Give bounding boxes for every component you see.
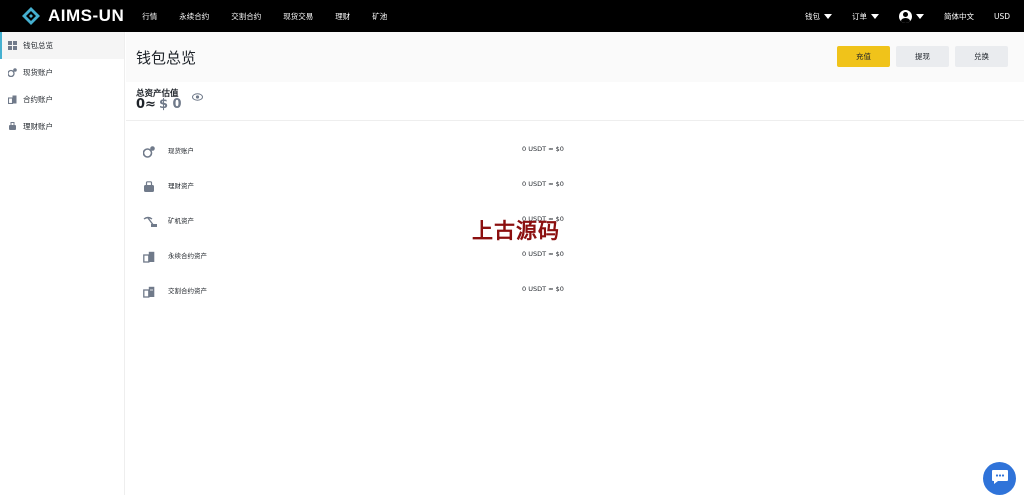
account-value: 0 USDT ≈ $0	[522, 285, 564, 293]
caret-down-icon	[823, 13, 832, 19]
finance-icon	[143, 178, 155, 192]
sidebar: 钱包总览 现货账户 合约账户 理财账户	[0, 32, 125, 495]
main-nav: 行情 永续合约 交割合约 现货交易 理财 矿池	[142, 11, 409, 22]
account-value: 0 USDT ≈ $0	[522, 250, 564, 258]
deposit-button[interactable]: 充值	[837, 46, 890, 67]
sidebar-item-spot-account[interactable]: 现货账户	[0, 59, 124, 86]
grid-icon	[8, 41, 17, 50]
orders-menu[interactable]: 订单	[852, 11, 879, 22]
perpetual-icon	[143, 248, 155, 263]
language-selector[interactable]: 简体中文	[944, 11, 974, 22]
account-name: 交割合约资产	[168, 287, 207, 295]
total-assets-usd: $ 0	[158, 97, 182, 112]
orders-menu-label: 订单	[851, 11, 867, 21]
list-item[interactable]: 现货账户 0 USDT ≈ $0	[126, 131, 1024, 166]
logo-mark-icon	[22, 7, 40, 25]
sidebar-item-label: 合约账户	[23, 95, 53, 104]
spot-icon	[142, 143, 155, 158]
page-title: 钱包总览	[136, 48, 197, 67]
user-menu[interactable]	[898, 9, 924, 23]
exchange-button[interactable]: 兑换	[955, 46, 1008, 67]
account-name: 矿机资产	[168, 217, 194, 225]
chat-bubble-icon	[991, 469, 1009, 489]
caret-down-icon	[870, 13, 879, 19]
main-content: 钱包总览 充值 提现 兑换 总资产估值 0≈ $ 0 现货账户 0 USDT ≈ …	[126, 32, 1024, 495]
spot-icon	[8, 68, 17, 77]
caret-down-icon	[915, 13, 924, 19]
nav-pool[interactable]: 矿池	[372, 11, 387, 22]
wallet-menu-label: 钱包	[804, 11, 820, 21]
sidebar-item-label: 钱包总览	[23, 41, 53, 50]
withdraw-button[interactable]: 提现	[896, 46, 949, 67]
currency-selector[interactable]: USD	[994, 12, 1010, 21]
logo-text: AIMS-UN	[48, 6, 125, 25]
top-navbar: AIMS-UN 行情 永续合约 交割合约 现货交易 理财 矿池 钱包 订单 简体…	[0, 0, 1024, 32]
watermark-text: 上古源码	[472, 219, 560, 243]
sidebar-item-finance-account[interactable]: 理财账户	[0, 113, 124, 140]
mining-icon	[143, 213, 157, 227]
list-item[interactable]: 永续合约资产 0 USDT ≈ $0	[126, 236, 1024, 271]
user-avatar-icon	[898, 9, 912, 23]
logo[interactable]: AIMS-UN	[22, 6, 124, 26]
list-item[interactable]: 理财资产 0 USDT ≈ $0	[126, 166, 1024, 201]
sidebar-item-label: 现货账户	[23, 68, 53, 77]
nav-right: 钱包 订单 简体中文 USD	[785, 0, 1010, 32]
total-assets-value: 0≈ $ 0	[136, 97, 182, 112]
nav-market[interactable]: 行情	[142, 11, 157, 22]
nav-finance[interactable]: 理财	[335, 11, 350, 22]
nav-spot[interactable]: 现货交易	[283, 11, 313, 22]
sidebar-item-label: 理财账户	[23, 122, 53, 131]
total-assets-amount: 0≈	[136, 97, 156, 112]
wallet-menu[interactable]: 钱包	[805, 11, 832, 22]
sidebar-item-contract-account[interactable]: 合约账户	[0, 86, 124, 113]
eye-icon[interactable]	[192, 86, 203, 105]
account-value: 0 USDT ≈ $0	[522, 180, 564, 188]
finance-icon	[8, 122, 17, 131]
nav-delivery[interactable]: 交割合约	[231, 11, 261, 22]
account-name: 理财资产	[168, 182, 194, 190]
account-name: 永续合约资产	[168, 252, 207, 260]
list-item[interactable]: 交割合约资产 0 USDT ≈ $0	[126, 271, 1024, 306]
page-header: 钱包总览 充值 提现 兑换	[126, 32, 1024, 82]
contract-icon	[8, 95, 17, 104]
header-actions: 充值 提现 兑换	[831, 46, 1008, 67]
sidebar-item-wallet-overview[interactable]: 钱包总览	[0, 32, 124, 59]
nav-perpetual[interactable]: 永续合约	[179, 11, 209, 22]
delivery-icon	[143, 283, 155, 298]
list-item[interactable]: 矿机资产 0 USDT ≈ $0	[126, 201, 1024, 236]
account-list: 现货账户 0 USDT ≈ $0 理财资产 0 USDT ≈ $0 矿机资产 0…	[126, 131, 1024, 306]
account-value: 0 USDT ≈ $0	[522, 145, 564, 153]
total-assets: 总资产估值 0≈ $ 0	[126, 82, 1024, 121]
account-name: 现货账户	[168, 147, 194, 155]
chat-support-button[interactable]	[983, 462, 1016, 495]
